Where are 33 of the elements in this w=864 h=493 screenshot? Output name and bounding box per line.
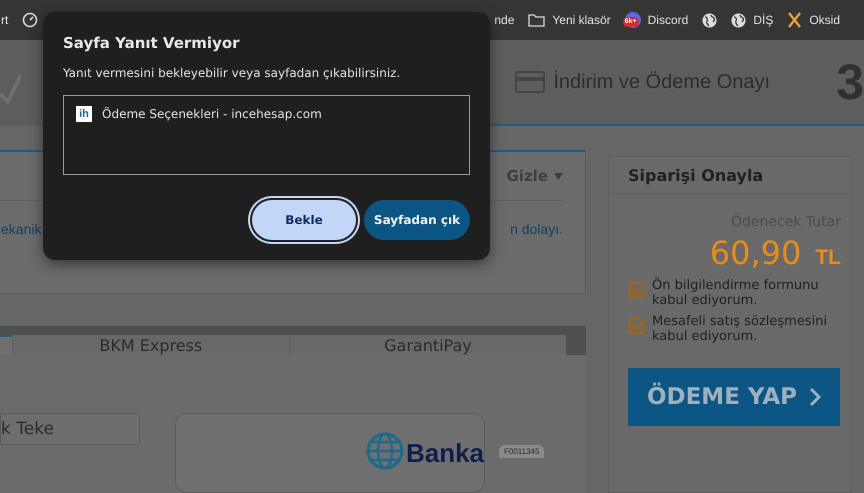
- globe-logo-icon: [366, 432, 404, 470]
- wait-button[interactable]: Bekle: [252, 200, 356, 240]
- agreement-text: Ön bilgilendirme formunu kabul ediyorum.: [652, 278, 820, 308]
- bookmark[interactable]: DİŞ: [731, 12, 774, 28]
- info-text: ekanik: [1, 221, 42, 237]
- summary-title: Siparişi Onayla: [609, 157, 851, 194]
- payment-tab[interactable]: [0, 335, 12, 355]
- folder-icon: [528, 13, 546, 27]
- checkbox-icon[interactable]: [628, 281, 646, 299]
- card-icon: [515, 71, 546, 93]
- caret-icon: [554, 172, 563, 180]
- globe-icon: [731, 12, 746, 28]
- bookmark[interactable]: Yeni klasör: [528, 13, 611, 27]
- cross-icon: [787, 12, 802, 28]
- chevron-icon: [809, 387, 822, 407]
- amount-value: 60,90: [710, 234, 802, 272]
- page-title: Ödeme Seçenekleri - incehesap.com: [102, 107, 322, 121]
- bookmark-globe-icon[interactable]: [702, 12, 718, 28]
- info-text: n dolayı.: [510, 221, 563, 237]
- leave-page-button[interactable]: Sayfadan çık: [364, 200, 470, 240]
- bookmark-gauge-icon[interactable]: [22, 12, 38, 28]
- bookmark[interactable]: rt: [1, 13, 8, 27]
- favicon-icon: ih: [76, 106, 92, 122]
- card-brand: Banka: [406, 438, 484, 469]
- agreement-text: Mesafeli satış sözleşmesini kabul ediyorum.: [652, 314, 828, 344]
- bookmark[interactable]: Oksid: [787, 12, 840, 28]
- bookmark[interactable]: nde: [494, 13, 514, 27]
- pay-button[interactable]: ÖDEME YAP: [628, 368, 840, 426]
- dialog-message: Yanıt vermesini bekleyebilir veya sayfadan çıkabilirsiniz.: [63, 66, 402, 80]
- dialog-title: Sayfa Yanıt Vermiyor: [63, 34, 241, 52]
- checkbox-icon[interactable]: [628, 317, 646, 335]
- card-sticker: F0011345: [499, 445, 544, 458]
- currency: TL: [815, 246, 841, 270]
